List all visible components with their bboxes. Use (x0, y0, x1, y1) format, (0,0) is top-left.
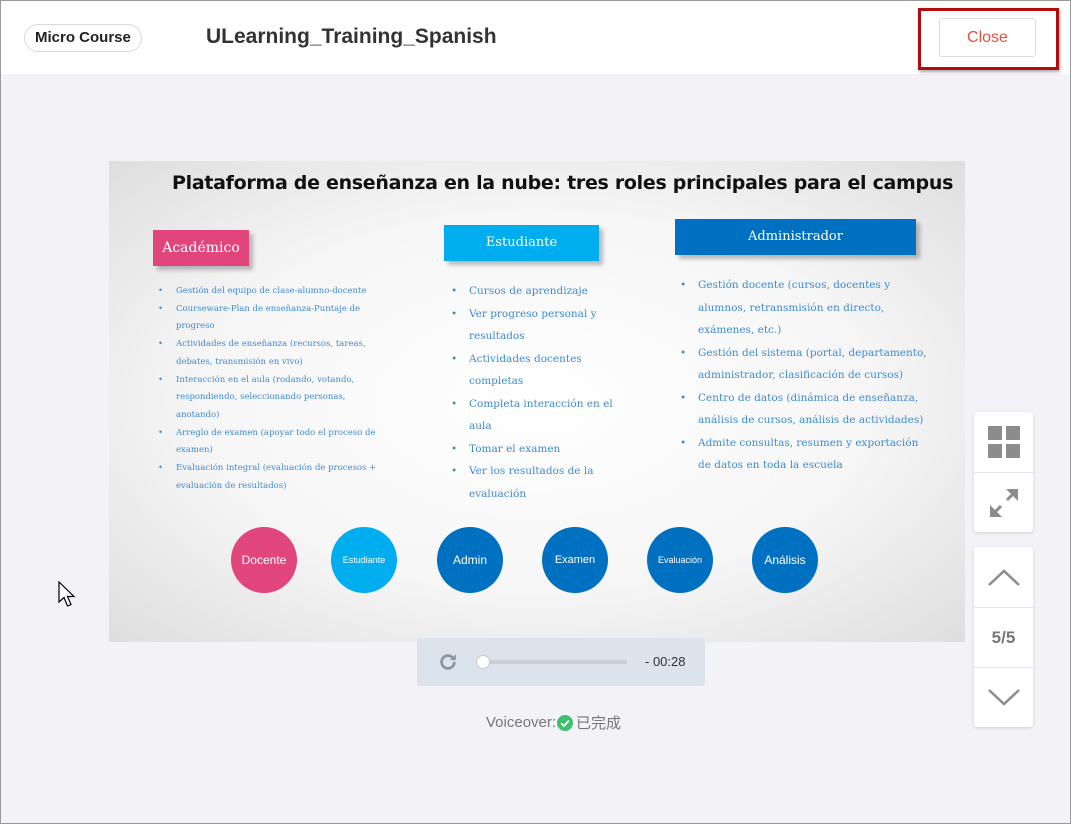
circle-evaluacion: Evaluación (647, 527, 713, 593)
circle-docente: Docente (231, 527, 297, 593)
prev-page-button[interactable] (974, 547, 1033, 607)
circle-estudiante: Estudiante (331, 527, 397, 593)
audio-player: - 00:28 (417, 638, 705, 686)
list-item: Actividades de enseñanza (recursos, tare… (156, 336, 386, 371)
page-indicator: 5/5 (991, 627, 1016, 647)
next-page-button[interactable] (974, 667, 1033, 727)
top-bar: Micro Course ULearning_Training_Spanish … (1, 1, 1070, 74)
circle-admin: Admin (437, 527, 503, 593)
course-title: ULearning_Training_Spanish (206, 25, 497, 48)
list-item: Gestión del equipo de clase-alumno-docen… (156, 283, 386, 301)
chevron-down-icon (987, 688, 1020, 706)
voiceover-state: 已完成 (576, 715, 622, 732)
list-item: Gestión del sistema (portal, departament… (678, 342, 928, 387)
fullscreen-button[interactable] (974, 472, 1033, 532)
academic-list: Gestión del equipo de clase-alumno-docen… (156, 283, 386, 495)
mouse-pointer-icon (58, 581, 76, 607)
grid-icon (987, 426, 1020, 458)
check-circle-icon (557, 714, 574, 731)
time-remaining: - 00:28 (645, 654, 686, 669)
list-item: Interacción en el aula (rodando, votando… (156, 372, 386, 425)
list-item: Gestión docente (cursos, docentes y alum… (678, 274, 928, 342)
slide-title: Plataforma de enseñanza en la nube: tres… (172, 172, 954, 194)
list-item: Arreglo de examen (apoyar todo el proces… (156, 425, 386, 460)
list-item: Ver los resultados de la evaluación (449, 460, 624, 505)
list-item: Tomar el examen (449, 438, 624, 461)
list-item: Admite consultas, resumen y exportación … (678, 432, 928, 477)
list-item: Actividades docentes completas (449, 348, 624, 393)
grid-view-button[interactable] (974, 412, 1033, 472)
slide-content: Plataforma de enseñanza en la nube: tres… (109, 161, 965, 642)
replay-icon[interactable] (437, 651, 459, 673)
circle-analisis: Análisis (752, 527, 818, 593)
role-heading-academic: Académico (153, 230, 249, 266)
circle-examen: Examen (542, 527, 608, 593)
voiceover-status: Voiceover: 已完成 (486, 712, 621, 733)
page-navigator: 5/5 (974, 547, 1033, 727)
progress-knob[interactable] (476, 655, 490, 669)
role-heading-admin: Administrador (675, 219, 916, 255)
role-heading-student: Estudiante (444, 225, 599, 261)
close-button[interactable]: Close (939, 18, 1036, 57)
chevron-up-icon (987, 569, 1020, 586)
list-item: Cursos de aprendizaje (449, 280, 624, 303)
progress-track[interactable] (483, 660, 627, 664)
voiceover-label: Voiceover: (486, 714, 557, 731)
list-item: Completa interacción en el aula (449, 393, 624, 438)
admin-list: Gestión docente (cursos, docentes y alum… (678, 274, 928, 477)
list-item: Evaluación integral (evaluación de proce… (156, 460, 386, 495)
list-item: Courseware-Plan de enseñanza-Puntaje de … (156, 301, 386, 336)
list-item: Centro de datos (dinámica de enseñanza, … (678, 387, 928, 432)
view-toolbar (974, 412, 1033, 532)
student-list: Cursos de aprendizaje Ver progreso perso… (449, 280, 624, 505)
page-indicator-cell: 5/5 (974, 607, 1033, 667)
expand-icon (989, 488, 1018, 517)
micro-course-badge: Micro Course (24, 24, 142, 52)
list-item: Ver progreso personal y resultados (449, 303, 624, 348)
